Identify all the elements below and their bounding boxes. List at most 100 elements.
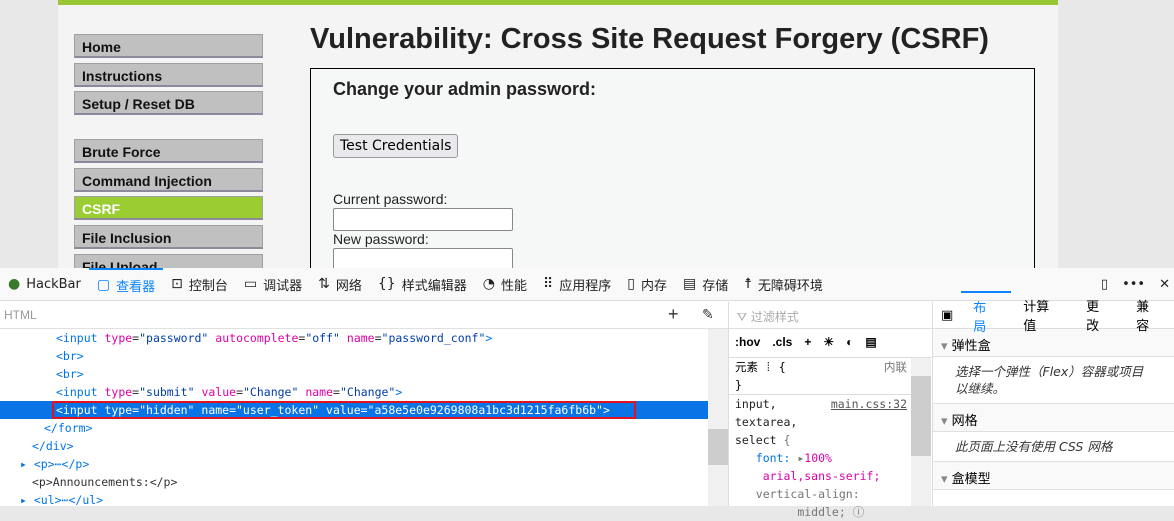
caret-down-icon: ▾ (941, 339, 952, 354)
add-node-icon[interactable]: + (668, 304, 679, 325)
cls-button[interactable]: .cls (772, 335, 792, 351)
light-mode-icon[interactable]: ☀ (823, 335, 834, 351)
markup-line[interactable]: </form> (0, 419, 708, 437)
csrf-form-box: Change your admin password: Test Credent… (310, 68, 1035, 278)
tab-label: 查看器 (116, 279, 156, 295)
box-model-section[interactable]: ▾ 盒模型 (933, 462, 1174, 490)
add-rule-icon[interactable]: + (804, 335, 811, 351)
devtools: ● HackBar ▢ 查看器 ⊡ 控制台 ▭ 调试器 ⇅ 网络 {} 样式编辑器 ◔ 性能 … (0, 267, 1174, 519)
toggle-sidebar-icon[interactable]: ▣ (933, 308, 961, 323)
current-password-label: Current password: (333, 191, 448, 207)
markup-scrollbar[interactable] (708, 329, 728, 506)
tab-network[interactable]: ⇅ 网络 (310, 268, 370, 301)
markup-line[interactable]: <p>Announcements:</p> (0, 473, 708, 491)
val-font[interactable]: 100% (804, 451, 832, 465)
filter-placeholder: 过滤样式 (750, 310, 799, 324)
attr-name: value (201, 385, 237, 399)
eyedropper-icon[interactable]: ✎ (702, 306, 714, 323)
attr-name: name (346, 331, 375, 345)
nav-instructions[interactable]: Instructions (74, 63, 263, 87)
close-icon[interactable]: ✕ (1159, 277, 1170, 292)
tab-inspector[interactable]: ▢ 查看器 (88, 267, 164, 301)
tab-memory[interactable]: ▯ 内存 (619, 268, 675, 301)
application-icon: ⠿ (542, 276, 554, 292)
tab-performance[interactable]: ◔ 性能 (475, 268, 535, 301)
rules-toolbar: :hov .cls + ☀ ◐ ▤ (729, 329, 932, 358)
test-credentials-button[interactable]: Test Credentials (333, 134, 459, 158)
info-icon[interactable]: ⓘ (853, 505, 865, 519)
markup-line[interactable]: <input type="password" autocomplete="off… (0, 329, 708, 347)
prop-vertical-align[interactable]: vertical-align: (756, 487, 860, 501)
dvwa-page: Home Instructions Setup / Reset DB Brute… (58, 0, 1058, 278)
sidebar-tabs: ▣ 布局 计算值 更改 兼容 (933, 291, 1174, 335)
nav-home[interactable]: Home (74, 34, 263, 58)
filter-icon: ⛛ (737, 310, 751, 324)
tab-label: 调试器 (263, 278, 303, 294)
markup-line[interactable]: <br> (0, 365, 708, 383)
grid-note: 此页面上没有使用 CSS 网格 (933, 432, 1174, 462)
tab-storage[interactable]: ▤ 存储 (675, 268, 736, 301)
expand-triangle-icon[interactable]: ▸ (20, 493, 34, 507)
nav-file-inclusion[interactable]: File Inclusion (74, 225, 263, 249)
expand-triangle-icon[interactable]: ▸ (20, 457, 34, 471)
tab-label: 样式编辑器 (401, 278, 467, 294)
prop-font[interactable]: font: (756, 451, 791, 465)
scrollbar-thumb[interactable] (708, 429, 728, 465)
tab-style-editor[interactable]: {} 样式编辑器 (370, 268, 475, 301)
nav-setup[interactable]: Setup / Reset DB (74, 91, 263, 115)
tab-computed[interactable]: 计算值 (1011, 296, 1074, 334)
rule-source-link[interactable]: main.css:32 (831, 395, 907, 413)
current-password-input[interactable] (333, 208, 513, 231)
tag-close: > (395, 385, 403, 399)
markup-line[interactable]: <br> (0, 347, 708, 365)
tab-layout[interactable]: 布局 (961, 291, 1012, 339)
markup-line[interactable]: ▸ <ul>⋯</ul> (0, 491, 708, 509)
html-search-label[interactable]: HTML (4, 308, 37, 322)
dark-mode-icon[interactable]: ◐ (846, 335, 853, 351)
attr-value: "password_conf" (381, 331, 486, 345)
rules-scrollbar[interactable] (911, 358, 931, 506)
new-password-label: New password: (333, 231, 429, 247)
markup-line[interactable]: </div> (0, 437, 708, 455)
val-vertical-align[interactable]: middle; (797, 505, 845, 519)
rules-view: ⛛ 过滤样式 :hov .cls + ☀ ◐ ▤ 元素 ⁞ {内联 } input, t… (728, 302, 932, 519)
val-font-family[interactable]: arial,sans-serif; (763, 469, 881, 483)
tab-application[interactable]: ⠿ 应用程序 (535, 268, 619, 301)
attr-value: "Change" (243, 385, 299, 399)
hov-button[interactable]: :hov (735, 335, 760, 351)
element-rule: 元素 (735, 360, 758, 374)
section-label: 网格 (951, 414, 978, 429)
attr-value: "Change" (339, 385, 396, 399)
tab-debugger[interactable]: ▭ 调试器 (236, 268, 310, 301)
tab-label: 网络 (335, 278, 362, 294)
section-label: 弹性盒 (951, 339, 991, 354)
element-rule-block: 元素 ⁞ {内联 } (729, 358, 911, 395)
attr-value: "submit" (139, 385, 195, 399)
performance-icon: ◔ (482, 276, 495, 292)
tab-changes[interactable]: 更改 (1074, 296, 1124, 334)
markup-line[interactable]: <input type="submit" value="Change" name… (0, 383, 708, 401)
tab-compatibility[interactable]: 兼容 (1124, 296, 1174, 334)
scrollbar-thumb[interactable] (911, 376, 931, 456)
tab-console[interactable]: ⊡ 控制台 (163, 268, 236, 301)
form-heading: Change your admin password: (333, 79, 597, 99)
nav-csrf[interactable]: CSRF (74, 196, 263, 220)
tab-label: HackBar (26, 276, 81, 292)
console-icon: ⊡ (171, 276, 183, 292)
markup-line[interactable]: ▸ <p>⋯</p> (0, 455, 708, 473)
grid-section[interactable]: ▾ 网格 (933, 404, 1174, 432)
markup-text: <ul>⋯</ul> (33, 493, 104, 507)
tab-label: 性能 (500, 278, 527, 294)
responsive-mode-icon[interactable]: ▯ (1101, 277, 1108, 292)
accessibility-icon: ☨ (744, 276, 752, 292)
tab-hackbar[interactable]: ● HackBar (0, 268, 89, 301)
tab-accessibility[interactable]: ☨ 无障碍环境 (736, 268, 831, 301)
filter-styles-input[interactable]: ⛛ 过滤样式 (729, 302, 932, 329)
print-icon[interactable]: ▤ (865, 335, 876, 351)
nav-command-injection[interactable]: Command Injection (74, 168, 263, 192)
hackbar-icon: ● (8, 276, 21, 292)
style-editor-icon: {} (377, 276, 396, 292)
nav-brute-force[interactable]: Brute Force (74, 139, 263, 163)
more-options-icon[interactable]: ••• (1122, 277, 1145, 292)
tab-label: 内存 (640, 278, 667, 294)
